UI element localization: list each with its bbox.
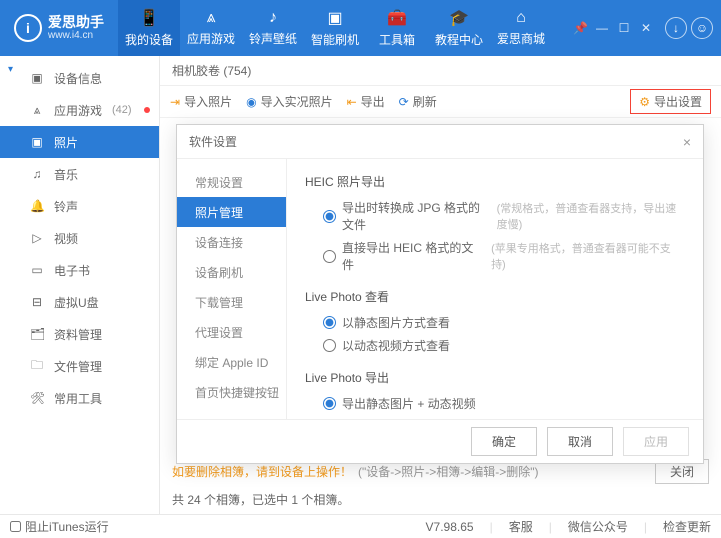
- hint-path: ("设备->照片->相簿->编辑->删除"): [358, 463, 539, 480]
- app-header: i 爱思助手 www.i4.cn 📱我的设备⩓应用游戏♪铃声壁纸▣智能刷机🧰工具…: [0, 0, 721, 56]
- sidebar-item-7[interactable]: ⊟虚拟U盘: [0, 286, 159, 318]
- sidebar-icon: 🔔: [30, 199, 44, 213]
- nav-icon: ▣: [327, 8, 342, 28]
- maximize-icon[interactable]: ☐: [617, 21, 631, 35]
- sidebar-icon: ▭: [30, 263, 44, 277]
- sidebar-icon: ⊟: [30, 295, 44, 309]
- close-icon[interactable]: ✕: [639, 21, 653, 35]
- minimize-icon[interactable]: —: [595, 21, 609, 35]
- toolbar: ⇥导入照片 ◉导入实况照片 ⇤导出 ⟳刷新 ⚙导出设置: [160, 86, 721, 118]
- sidebar: ▾ ▣设备信息⩓应用游戏(42)▣照片♫音乐🔔铃声▷视频▭电子书⊟虚拟U盘🗂资料…: [0, 56, 160, 514]
- sidebar-icon: ♫: [30, 167, 44, 181]
- status-bar: 阻止iTunes运行 V7.98.65 | 客服 | 微信公众号 | 检查更新: [0, 514, 721, 538]
- dialog-title: 软件设置: [189, 133, 237, 150]
- dialog-title-bar: 软件设置 ×: [177, 125, 703, 159]
- sidebar-item-3[interactable]: ♫音乐: [0, 158, 159, 190]
- liveexport-both[interactable]: 导出静态图片 + 动态视频: [305, 392, 685, 415]
- nav-icon: ⩓: [206, 9, 215, 27]
- refresh-button[interactable]: ⟳刷新: [399, 93, 437, 110]
- nav-item-3[interactable]: ▣智能刷机: [304, 0, 366, 56]
- liveview-static[interactable]: 以静态图片方式查看: [305, 311, 685, 334]
- sidebar-icon: ▣: [30, 135, 44, 149]
- top-nav: 📱我的设备⩓应用游戏♪铃声壁纸▣智能刷机🧰工具箱🎓教程中心⌂爱思商城: [118, 0, 552, 56]
- nav-icon: ♪: [269, 9, 277, 27]
- sidebar-item-9[interactable]: 🗀文件管理: [0, 350, 159, 382]
- dialog-nav: 常规设置照片管理设备连接设备刷机下载管理代理设置绑定 Apple ID首页快捷键…: [177, 159, 287, 419]
- liveview-dynamic[interactable]: 以动态视频方式查看: [305, 334, 685, 357]
- selection-info: 共 24 个相簿，已选中 1 个相簿。: [172, 491, 349, 508]
- live-icon: ◉: [246, 95, 256, 109]
- sidebar-item-2[interactable]: ▣照片: [0, 126, 159, 158]
- import-live-button[interactable]: ◉导入实况照片: [246, 93, 333, 110]
- sidebar-icon: ▷: [30, 231, 44, 245]
- sidebar-icon: 🛠: [30, 391, 44, 405]
- nav-item-1[interactable]: ⩓应用游戏: [180, 0, 242, 56]
- nav-icon: 🎓: [449, 8, 469, 28]
- sidebar-item-6[interactable]: ▭电子书: [0, 254, 159, 286]
- settings-dialog: 软件设置 × 常规设置照片管理设备连接设备刷机下载管理代理设置绑定 Apple …: [176, 124, 704, 464]
- sidebar-item-4[interactable]: 🔔铃声: [0, 190, 159, 222]
- apply-button[interactable]: 应用: [623, 427, 689, 456]
- wechat-link[interactable]: 微信公众号: [568, 518, 628, 535]
- nav-icon: 📱: [139, 8, 159, 28]
- dialog-nav-item-6[interactable]: 绑定 Apple ID: [177, 347, 286, 377]
- import-photos-button[interactable]: ⇥导入照片: [170, 93, 232, 110]
- refresh-icon: ⟳: [399, 95, 409, 109]
- dialog-footer: 确定 取消 应用: [177, 419, 703, 463]
- sidebar-item-1[interactable]: ⩓应用游戏(42): [0, 94, 159, 126]
- sidebar-item-5[interactable]: ▷视频: [0, 222, 159, 254]
- dialog-nav-item-5[interactable]: 代理设置: [177, 317, 286, 347]
- sidebar-icon: 🗂: [30, 327, 44, 341]
- nav-item-5[interactable]: 🎓教程中心: [428, 0, 490, 56]
- export-settings-button[interactable]: ⚙导出设置: [630, 89, 711, 114]
- heic-option-raw[interactable]: 直接导出 HEIC 格式的文件(苹果专用格式，普通查看器可能不支持): [305, 236, 685, 276]
- download-icon[interactable]: ↓: [665, 17, 687, 39]
- logo-icon: i: [14, 14, 42, 42]
- nav-item-6[interactable]: ⌂爱思商城: [490, 0, 552, 56]
- sidebar-collapse-icon[interactable]: ▾: [8, 64, 13, 75]
- export-icon: ⇤: [347, 95, 357, 109]
- dialog-close-icon[interactable]: ×: [683, 134, 691, 150]
- block-itunes-checkbox[interactable]: 阻止iTunes运行: [10, 518, 109, 535]
- app-name: 爱思助手: [48, 14, 104, 31]
- nav-item-4[interactable]: 🧰工具箱: [366, 0, 428, 56]
- dialog-nav-item-1[interactable]: 照片管理: [177, 197, 286, 227]
- export-button[interactable]: ⇤导出: [347, 93, 385, 110]
- hint-text: 如要删除相簿，请到设备上操作！: [172, 463, 352, 480]
- dialog-nav-item-7[interactable]: 首页快捷键按钮: [177, 377, 286, 407]
- sidebar-icon: ⩓: [30, 103, 44, 118]
- dialog-nav-item-4[interactable]: 下载管理: [177, 287, 286, 317]
- nav-icon: 🧰: [387, 8, 407, 28]
- sidebar-item-8[interactable]: 🗂资料管理: [0, 318, 159, 350]
- gear-icon: ⚙: [639, 95, 650, 109]
- support-link[interactable]: 客服: [509, 518, 533, 535]
- version-label: V7.98.65: [426, 520, 474, 534]
- update-link[interactable]: 检查更新: [663, 518, 711, 535]
- badge-icon: [144, 107, 150, 113]
- dialog-nav-item-2[interactable]: 设备连接: [177, 227, 286, 257]
- sidebar-item-10[interactable]: 🛠常用工具: [0, 382, 159, 414]
- breadcrumb: 相机胶卷 (754): [160, 56, 721, 86]
- dialog-content: HEIC 照片导出 导出时转换成 JPG 格式的文件(常规格式，普通查看器支持，…: [287, 159, 703, 419]
- nav-item-2[interactable]: ♪铃声壁纸: [242, 0, 304, 56]
- account-icon[interactable]: ☺: [691, 17, 713, 39]
- nav-icon: ⌂: [516, 9, 526, 27]
- ok-button[interactable]: 确定: [471, 427, 537, 456]
- dialog-nav-item-0[interactable]: 常规设置: [177, 167, 286, 197]
- heic-option-jpg[interactable]: 导出时转换成 JPG 格式的文件(常规格式，普通查看器支持，导出速度慢): [305, 196, 685, 236]
- cancel-button[interactable]: 取消: [547, 427, 613, 456]
- pin-icon[interactable]: 📌: [573, 21, 587, 35]
- logo: i 爱思助手 www.i4.cn: [0, 14, 118, 43]
- dialog-nav-item-3[interactable]: 设备刷机: [177, 257, 286, 287]
- heic-section-title: HEIC 照片导出: [305, 173, 685, 190]
- nav-item-0[interactable]: 📱我的设备: [118, 0, 180, 56]
- app-site: www.i4.cn: [48, 30, 104, 42]
- import-icon: ⇥: [170, 95, 180, 109]
- liveview-section-title: Live Photo 查看: [305, 288, 685, 305]
- sidebar-item-0[interactable]: ▣设备信息: [0, 62, 159, 94]
- liveexport-section-title: Live Photo 导出: [305, 369, 685, 386]
- window-controls: 📌 — ☐ ✕: [573, 21, 653, 35]
- sidebar-icon: 🗀: [30, 356, 44, 377]
- sidebar-icon: ▣: [30, 71, 44, 85]
